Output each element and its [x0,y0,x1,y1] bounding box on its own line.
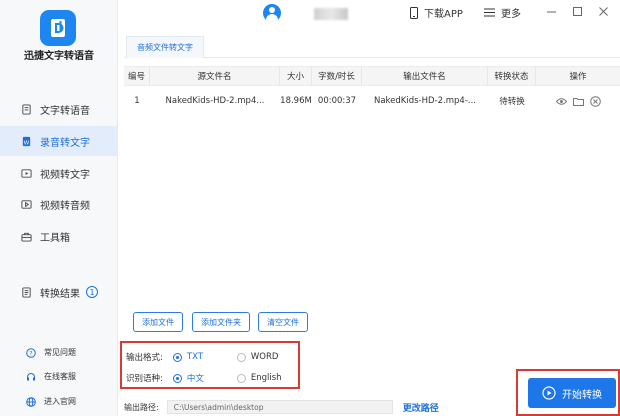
col-status: 转换状态 [488,67,536,85]
sidebar-item-label: 视频转音频 [40,200,90,212]
output-format-row: 输出格式: TXT WORD [126,351,291,363]
minimize-button[interactable] [544,4,558,18]
start-convert-button[interactable]: 开始转换 [528,378,616,408]
format-txt-label: TXT [186,352,203,362]
col-output: 输出文件名 [362,67,488,85]
file-table: 编号 源文件名 大小 字数/时长 输出文件名 转换状态 操作 1 NakedKi… [124,66,620,116]
sidebar-item-label: 工具箱 [40,232,70,244]
sidebar: 迅捷文字转语音 文字转语音 W 录音转文字 视频转文字 视频转音频 工具箱 转换 [0,0,118,416]
col-actions: 操作 [569,72,587,82]
row-output: NakedKids-HD-2.mp4-... [373,96,476,106]
language-chinese-label: 中文 [186,374,204,384]
output-path-input[interactable] [166,400,393,414]
col-index: 编号 [124,67,150,85]
play-circle-icon [542,386,556,400]
download-app-label: 下载APP [424,9,463,20]
preview-eye-icon[interactable] [555,96,567,107]
col-duration: 字数/时长 [312,67,362,85]
website-label: 进入官网 [44,397,76,406]
maximize-button[interactable] [570,4,584,18]
sidebar-item-label: 录音转文字 [40,137,90,149]
close-icon [598,6,608,16]
language-english-label: English [250,373,282,383]
format-word-radio[interactable] [236,352,246,362]
video-icon [20,167,32,179]
col-source: 源文件名 [150,67,280,85]
website-link[interactable]: 进入官网 [26,396,76,407]
format-txt-radio[interactable] [172,352,182,362]
sidebar-item-label: 视频转文字 [40,169,90,181]
row-status: 待转换 [499,97,525,107]
more-menu-button[interactable]: 更多 [484,5,521,20]
sidebar-item-text-to-speech[interactable]: 文字转语音 [0,94,118,124]
toolbox-icon [20,230,32,242]
support-label: 在线客服 [44,372,76,381]
language-label: 识别语种: [126,374,163,384]
document-d-logo-icon [51,19,65,37]
document-icon [20,103,32,115]
more-label: 更多 [501,9,521,20]
output-path-row: 输出路径: 更改路径 [124,400,439,414]
svg-text:W: W [23,140,29,146]
row-actions [536,86,620,116]
app-logo [40,10,76,46]
format-word-label: WORD [250,352,279,362]
svg-text:?: ? [29,350,32,357]
word-doc-icon: W [20,135,32,147]
add-folder-button[interactable]: 添加文件夹 [192,312,250,332]
row-index: 1 [134,96,140,106]
video-audio-icon [20,198,32,210]
start-convert-label: 开始转换 [562,389,602,401]
results-count-badge: 1 [86,286,98,298]
sidebar-item-label: 文字转语音 [40,105,90,117]
table-header: 编号 源文件名 大小 字数/时长 输出文件名 转换状态 操作 [124,66,620,86]
table-row[interactable]: 1 NakedKids-HD-2.mp4... 18.96M 00:00:37 … [124,86,620,116]
avatar[interactable] [263,4,281,22]
col-size: 大小 [280,67,312,85]
language-row: 识别语种: 中文 English [126,372,291,384]
minimize-icon [546,11,556,12]
tab-strip: 音频文件转文字 [124,36,620,58]
row-source: NakedKids-HD-2.mp4... [165,96,265,106]
sidebar-item-label: 转换结果 [40,288,80,300]
username-redacted [314,8,348,20]
faq-link[interactable]: ? 常见问题 [26,347,76,358]
question-icon: ? [26,347,36,358]
phone-icon [410,6,418,19]
menu-icon [484,8,495,17]
sidebar-item-results[interactable]: 转换结果 1 [0,277,118,307]
sidebar-item-video-to-audio[interactable]: 视频转音频 [0,189,118,219]
change-path-link[interactable]: 更改路径 [403,401,439,414]
list-doc-icon [20,286,32,298]
headset-icon [26,372,36,382]
faq-label: 常见问题 [44,348,76,357]
language-english-radio[interactable] [236,373,246,383]
output-format-label: 输出格式: [126,353,163,363]
sidebar-item-speech-to-text[interactable]: W 录音转文字 [0,126,118,156]
title-bar: 下载APP 更多 [118,0,620,26]
remove-icon[interactable] [589,95,601,107]
language-chinese-radio[interactable] [172,373,182,383]
row-size: 18.96M [280,96,312,106]
open-folder-icon[interactable] [572,96,584,107]
row-duration: 00:00:37 [317,96,357,106]
maximize-icon [572,6,582,16]
sidebar-item-toolbox[interactable]: 工具箱 [0,221,118,251]
globe-icon [26,396,36,407]
add-file-button[interactable]: 添加文件 [133,312,183,332]
download-app-button[interactable]: 下载APP [410,5,463,20]
support-link[interactable]: 在线客服 [26,371,76,382]
tab-audio-to-text[interactable]: 音频文件转文字 [126,36,204,58]
app-name: 迅捷文字转语音 [24,51,94,62]
output-path-label: 输出路径: [124,402,159,412]
sidebar-item-video-to-text[interactable]: 视频转文字 [0,158,118,188]
close-button[interactable] [596,4,610,18]
clear-files-button[interactable]: 清空文件 [258,312,308,332]
